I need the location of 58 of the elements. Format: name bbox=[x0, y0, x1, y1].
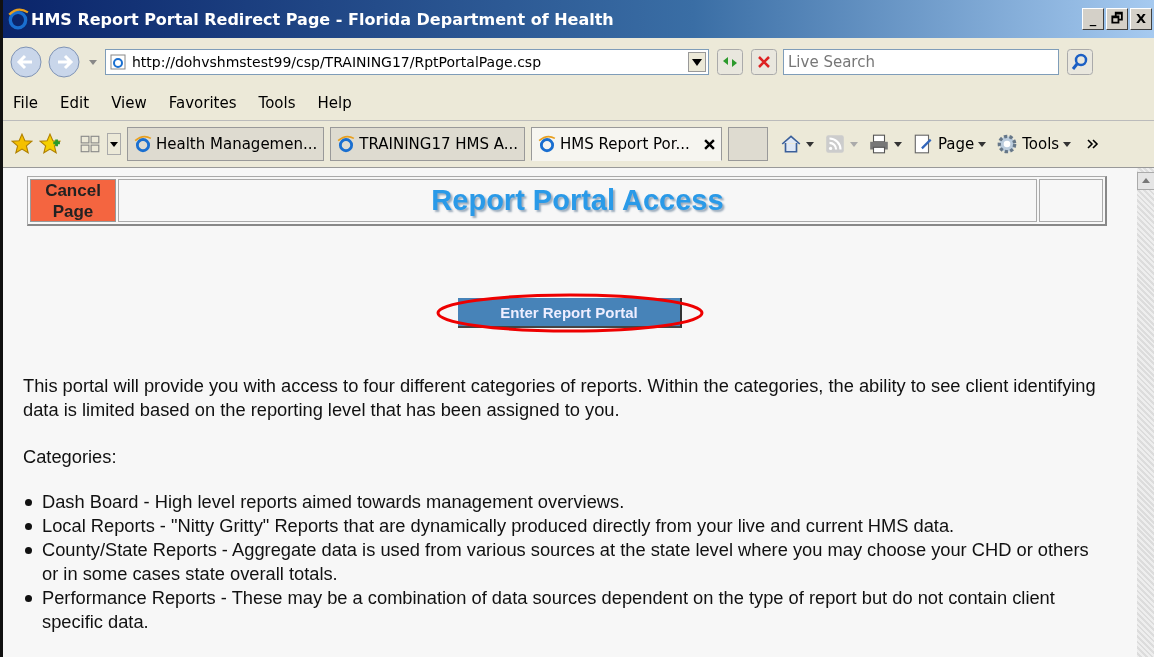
bullet-icon bbox=[25, 595, 32, 602]
printer-icon[interactable] bbox=[867, 133, 890, 155]
empty-cell bbox=[1039, 179, 1103, 222]
category-item: Dash Board - High level reports aimed towards management overviews. bbox=[42, 490, 625, 514]
add-favorite-icon[interactable] bbox=[39, 133, 61, 155]
new-tab-button[interactable] bbox=[727, 127, 768, 161]
caret-icon[interactable] bbox=[1063, 140, 1072, 148]
menu-item[interactable]: Favorites bbox=[168, 94, 237, 112]
caret-icon[interactable] bbox=[978, 140, 987, 148]
window-title: HMS Report Portal Redirect Page - Florida Department of Health bbox=[31, 9, 615, 29]
menu-item[interactable]: Edit bbox=[60, 94, 90, 112]
window-control-button[interactable]: 🗗 bbox=[1106, 8, 1128, 30]
menu-item[interactable]: Help bbox=[317, 94, 352, 112]
address-field[interactable]: http://dohvshmstest99/csp/TRAINING17/RptPortalPage.csp bbox=[105, 49, 709, 75]
page-heading: Report Portal Access bbox=[431, 184, 724, 217]
intro-paragraph: This portal will provide you with access to four different categories of reports. Within the categories, the ability to see client identifying data is limited based on the reporting level that has been assigned to you. bbox=[23, 374, 1097, 422]
category-item: Performance Reports - These may be a combination of data sources dependent on the type of report but do not contain client specific data. bbox=[42, 586, 1056, 634]
scroll-up-button[interactable] bbox=[1137, 172, 1154, 190]
page-icon bbox=[134, 135, 152, 153]
stop-button[interactable] bbox=[751, 49, 777, 75]
page-icon bbox=[110, 54, 126, 70]
search-field[interactable]: Live Search bbox=[783, 49, 1059, 75]
gear-icon bbox=[996, 133, 1019, 155]
tools-menu[interactable]: Tools bbox=[1022, 135, 1060, 153]
home-icon[interactable] bbox=[779, 133, 802, 155]
quick-tabs-icon[interactable] bbox=[79, 133, 101, 155]
tab-list-button[interactable] bbox=[107, 133, 121, 155]
category-item: County/State Reports - Aggregate data is used from various sources at the state level where you may choose your CHD or others or in some cases state overall totals. bbox=[42, 538, 1090, 586]
chevron-icon[interactable] bbox=[1087, 139, 1100, 149]
forward-button[interactable] bbox=[47, 45, 81, 79]
menu-item[interactable]: File bbox=[13, 94, 39, 112]
browser-tab[interactable]: HMS Report Por... bbox=[531, 127, 722, 161]
window-control-button[interactable]: _ bbox=[1082, 8, 1104, 30]
dropdown-button[interactable] bbox=[688, 52, 706, 72]
search-icon[interactable] bbox=[1067, 49, 1093, 75]
star-icon[interactable] bbox=[11, 133, 33, 155]
bullet-icon bbox=[25, 499, 32, 506]
caret-icon[interactable] bbox=[805, 140, 814, 148]
menu-item[interactable]: Tools bbox=[258, 94, 296, 112]
cancel-button[interactable]: Cancel Page bbox=[30, 179, 116, 222]
page-menu[interactable]: Page bbox=[937, 135, 975, 153]
categories-label: Categories: bbox=[23, 446, 118, 468]
page-icon bbox=[337, 135, 356, 153]
bullet-icon bbox=[25, 523, 32, 530]
page-icon bbox=[538, 135, 557, 153]
browser-logo-icon bbox=[7, 8, 29, 30]
category-item: Local Reports - "Nitty Gritty" Reports that are dynamically produced directly from your live and current HMS data. bbox=[42, 514, 955, 538]
menu-item[interactable]: View bbox=[111, 94, 147, 112]
bullet-icon bbox=[25, 547, 32, 554]
refresh-button[interactable] bbox=[717, 49, 743, 75]
back-button[interactable] bbox=[9, 45, 43, 79]
browser-tab[interactable]: Health Managemen... bbox=[127, 127, 325, 161]
enter-portal-button[interactable]: Enter Report Portal bbox=[458, 298, 682, 328]
caret-icon[interactable] bbox=[893, 140, 902, 148]
browser-tab[interactable]: TRAINING17 HMS A... bbox=[330, 127, 526, 161]
scroll-bar[interactable] bbox=[1137, 168, 1154, 657]
close-icon[interactable] bbox=[703, 138, 715, 150]
window-control-button[interactable]: X bbox=[1130, 8, 1152, 30]
